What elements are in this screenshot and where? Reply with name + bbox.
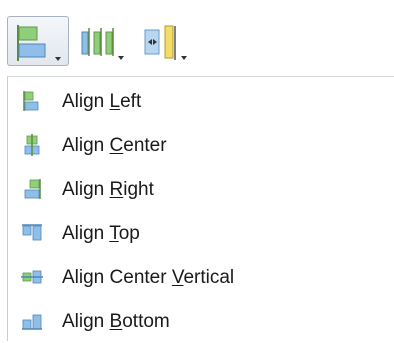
menu-item-align-center[interactable]: Align Center [8, 123, 388, 167]
menu-item-label: Align Right [62, 179, 154, 200]
menu-item-align-left[interactable]: Align Left [8, 79, 388, 123]
chevron-down-icon [118, 56, 124, 60]
chevron-down-icon [181, 56, 187, 60]
menu-item-align-bottom[interactable]: Align Bottom [8, 299, 388, 343]
resize-dropdown-button[interactable] [141, 16, 195, 66]
align-top-icon [22, 224, 42, 241]
menu-item-align-center-vertical[interactable]: Align Center Vertical [8, 255, 388, 299]
chevron-down-icon [55, 57, 61, 61]
align-left-icon [23, 91, 39, 111]
menu-item-align-right[interactable]: Align Right [8, 167, 388, 211]
menu-item-label: Align Center Vertical [62, 267, 235, 288]
menu-item-align-top[interactable]: Align Top [8, 211, 388, 255]
distribute-dropdown-button[interactable] [78, 16, 132, 66]
align-menu: Align Left Align Center Align Right Alig… [7, 76, 394, 341]
align-center-icon [24, 134, 40, 156]
alignment-toolbar [0, 0, 394, 76]
align-right-icon [24, 179, 41, 199]
menu-item-label: Align Top [62, 223, 140, 244]
align-bottom-icon [22, 314, 42, 330]
align-left-dropdown-button[interactable] [7, 16, 69, 66]
menu-item-label: Align Left [62, 91, 142, 112]
align-center-vertical-icon [21, 270, 43, 284]
menu-item-label: Align Bottom [62, 311, 170, 332]
menu-item-label: Align Center [62, 135, 167, 156]
